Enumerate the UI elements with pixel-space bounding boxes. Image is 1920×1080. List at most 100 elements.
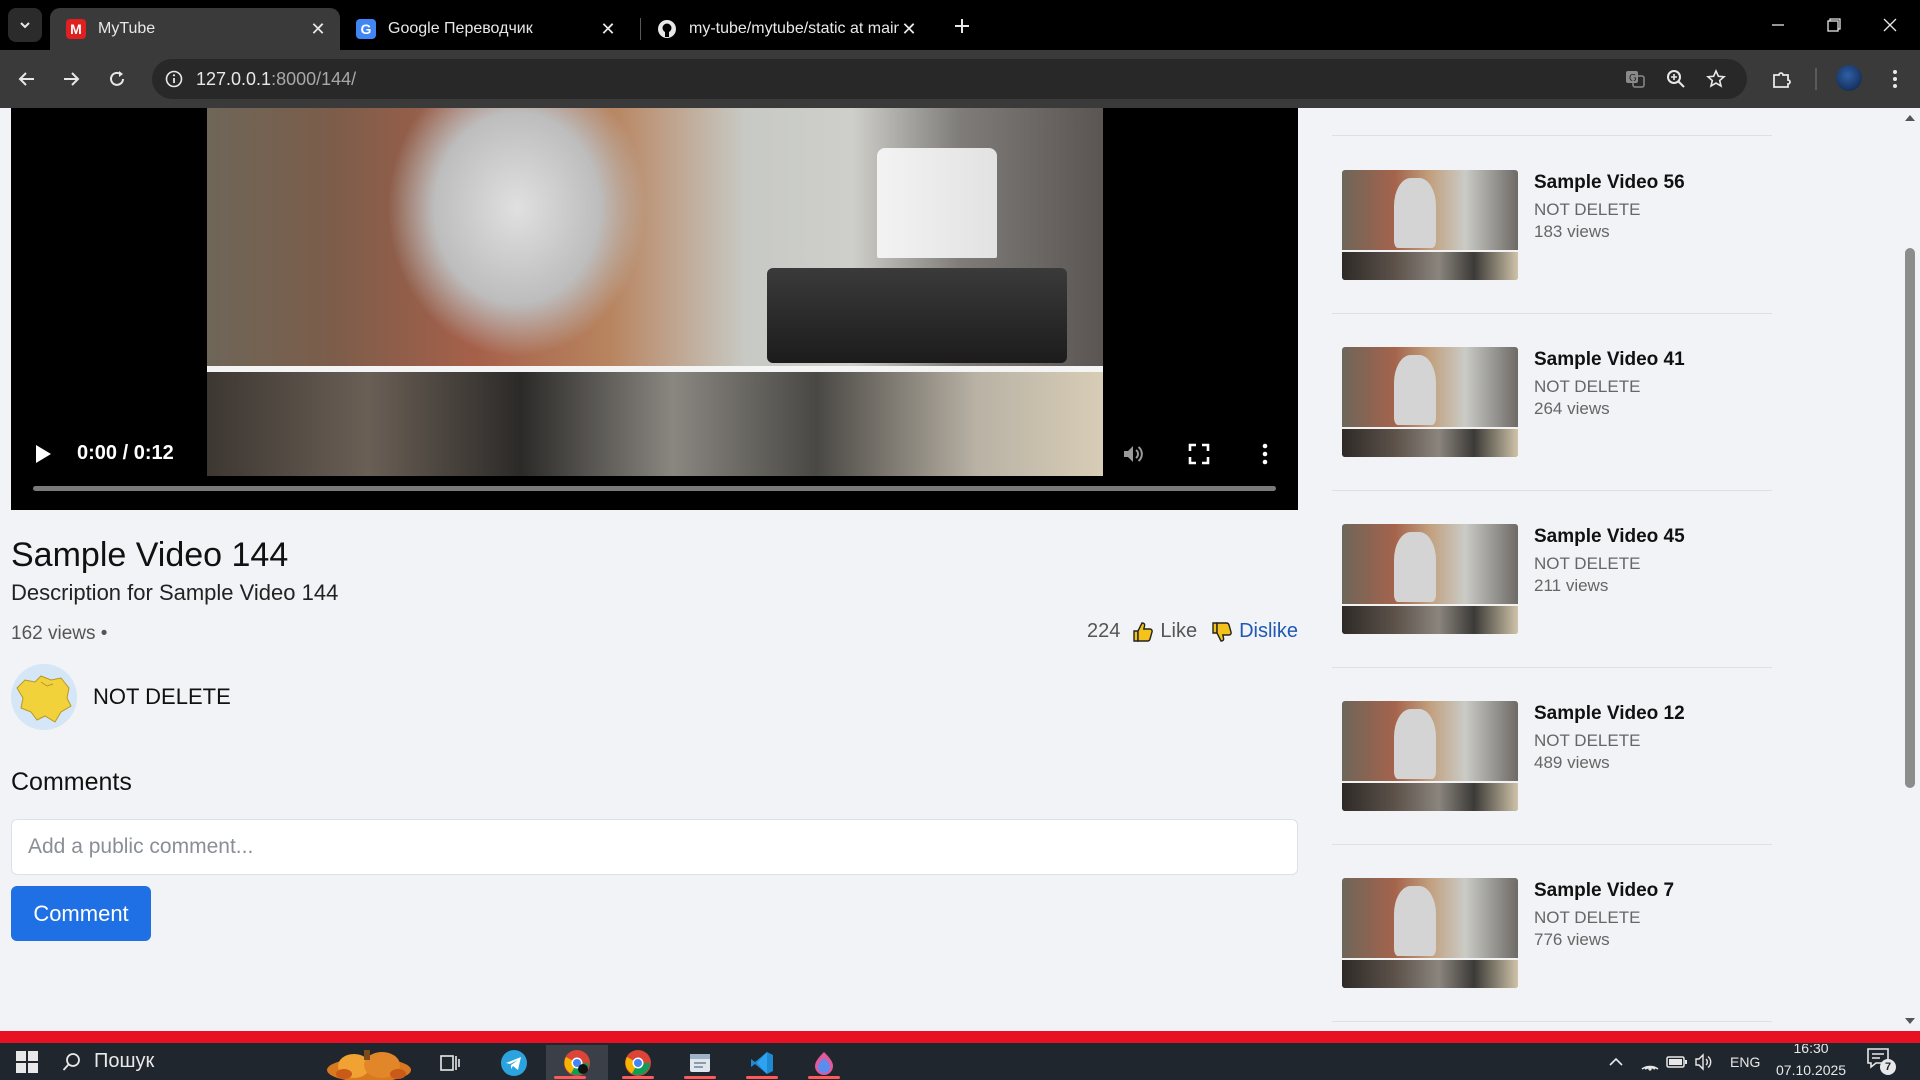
recommended-channel: NOT DELETE bbox=[1534, 200, 1641, 219]
close-tab-icon[interactable]: ✕ bbox=[598, 19, 618, 39]
back-button[interactable] bbox=[12, 64, 42, 94]
taskbar-time: 16:30 bbox=[1793, 1044, 1829, 1056]
dislike-button[interactable]: Dislike bbox=[1211, 620, 1298, 643]
video-more-options-icon[interactable] bbox=[1251, 440, 1279, 468]
recommended-title[interactable]: Sample Video 7 bbox=[1534, 880, 1674, 902]
notifications-button[interactable]: 7 bbox=[1866, 1047, 1896, 1075]
site-info-icon[interactable] bbox=[162, 67, 186, 91]
page-scrollbar[interactable] bbox=[1900, 108, 1920, 1031]
thumbnail-lower bbox=[1342, 960, 1518, 988]
recommended-title[interactable]: Sample Video 56 bbox=[1534, 172, 1685, 194]
video-title: Sample Video 144 bbox=[11, 536, 289, 574]
task-view-icon[interactable] bbox=[426, 1045, 474, 1080]
tab-mytube[interactable]: M MyTube ✕ bbox=[50, 8, 340, 50]
start-button[interactable] bbox=[16, 1051, 38, 1073]
channel-info[interactable]: NOT DELETE bbox=[11, 664, 231, 730]
fullscreen-icon[interactable] bbox=[1185, 440, 1213, 468]
close-window-button[interactable] bbox=[1862, 0, 1918, 50]
minimize-button[interactable] bbox=[1750, 0, 1806, 50]
recommended-video[interactable]: Sample Video 7 NOT DELETE 776 views bbox=[1342, 878, 1772, 990]
bookmark-star-icon[interactable] bbox=[1704, 67, 1728, 91]
copilot-app-icon[interactable] bbox=[800, 1045, 848, 1080]
chrome-dev-app-icon[interactable] bbox=[546, 1045, 608, 1080]
play-button[interactable] bbox=[29, 440, 57, 468]
taskbar-clock[interactable]: 16:30 07.10.2025 bbox=[1776, 1044, 1846, 1078]
channel-avatar[interactable] bbox=[11, 664, 77, 730]
recommended-title[interactable]: Sample Video 12 bbox=[1534, 703, 1685, 725]
comment-submit-button[interactable]: Comment bbox=[11, 886, 151, 941]
close-tab-icon[interactable]: ✕ bbox=[308, 19, 328, 39]
chrome-app-icon[interactable] bbox=[614, 1045, 662, 1080]
volume-icon[interactable] bbox=[1119, 440, 1147, 468]
recommended-channel: NOT DELETE bbox=[1534, 377, 1641, 396]
browser-toolbar: 127.0.0.1:8000/144/ G bbox=[0, 50, 1920, 108]
reload-button[interactable] bbox=[102, 64, 132, 94]
page-viewport: 0:00 / 0:12 Sample Video 144 Description… bbox=[0, 108, 1920, 1031]
recommendations-sidebar: Sample Video 56 NOT DELETE 183 views Sam… bbox=[1332, 108, 1772, 1031]
sidebar-divider bbox=[1332, 313, 1772, 314]
recommended-views: 183 views bbox=[1534, 222, 1610, 241]
comment-input[interactable] bbox=[11, 819, 1298, 875]
forward-button[interactable] bbox=[56, 64, 86, 94]
thumbnail-figure bbox=[1394, 886, 1436, 956]
video-thumbnail[interactable] bbox=[1342, 878, 1518, 988]
profile-avatar[interactable] bbox=[1836, 65, 1862, 91]
video-time: 0:00 / 0:12 bbox=[77, 442, 174, 464]
address-url: 127.0.0.1:8000/144/ bbox=[196, 69, 356, 90]
video-thumbnail[interactable] bbox=[1342, 524, 1518, 634]
video-description: Description for Sample Video 144 bbox=[11, 580, 339, 605]
recommended-video[interactable]: Sample Video 56 NOT DELETE 183 views bbox=[1342, 170, 1772, 282]
close-tab-icon[interactable]: ✕ bbox=[899, 19, 919, 39]
scroll-up-icon[interactable] bbox=[1904, 112, 1916, 124]
new-tab-button[interactable] bbox=[948, 12, 976, 40]
tab-github[interactable]: my-tube/mytube/static at main ✕ bbox=[641, 8, 931, 50]
address-bar[interactable]: 127.0.0.1:8000/144/ G bbox=[152, 59, 1747, 99]
weather-widget-icon[interactable] bbox=[320, 1045, 418, 1080]
notification-count: 7 bbox=[1880, 1059, 1896, 1075]
browser-tab-strip: M MyTube ✕ G Google Переводчик ✕ my-tube… bbox=[0, 0, 1920, 50]
like-label: Like bbox=[1160, 620, 1198, 642]
telegram-app-icon[interactable] bbox=[490, 1045, 538, 1080]
taskbar-search[interactable]: Пошук bbox=[62, 1043, 154, 1080]
video-thumbnail[interactable] bbox=[1342, 347, 1518, 457]
tab-google-translate[interactable]: G Google Переводчик ✕ bbox=[340, 8, 630, 50]
wifi-icon[interactable] bbox=[1640, 1043, 1660, 1080]
volume-tray-icon[interactable] bbox=[1694, 1043, 1714, 1080]
sidebar-divider bbox=[1332, 135, 1772, 136]
mytube-favicon-icon: M bbox=[66, 19, 86, 39]
video-player[interactable]: 0:00 / 0:12 bbox=[11, 108, 1298, 510]
tab-search-button[interactable] bbox=[8, 8, 42, 42]
vscode-app-icon[interactable] bbox=[738, 1045, 786, 1080]
video-thumbnail[interactable] bbox=[1342, 701, 1518, 811]
like-button[interactable]: Like bbox=[1132, 620, 1197, 643]
notepad-app-icon[interactable] bbox=[676, 1045, 724, 1080]
extensions-icon[interactable] bbox=[1767, 64, 1797, 94]
translate-page-icon[interactable]: G bbox=[1623, 67, 1647, 91]
language-indicator[interactable]: ENG bbox=[1730, 1043, 1760, 1080]
github-icon bbox=[657, 19, 677, 39]
tab-title: my-tube/mytube/static at main bbox=[689, 20, 899, 37]
video-frame-machine bbox=[767, 268, 1067, 363]
thumbnail-figure bbox=[1394, 178, 1436, 248]
recommended-video[interactable]: Sample Video 45 NOT DELETE 211 views bbox=[1342, 524, 1772, 636]
browser-menu-icon[interactable] bbox=[1880, 64, 1910, 94]
channel-name[interactable]: NOT DELETE bbox=[93, 684, 231, 710]
recommended-title[interactable]: Sample Video 41 bbox=[1534, 349, 1685, 371]
battery-icon[interactable] bbox=[1666, 1043, 1688, 1080]
recommended-video[interactable]: Sample Video 41 NOT DELETE 264 views bbox=[1342, 347, 1772, 459]
recommended-title[interactable]: Sample Video 45 bbox=[1534, 526, 1685, 548]
windows-taskbar: Пошук ENG 16:30 07.10.2025 7 bbox=[0, 1043, 1920, 1080]
thumbnail-lower bbox=[1342, 429, 1518, 457]
thumbnail-lower bbox=[1342, 252, 1518, 280]
video-views: 162 views • bbox=[11, 623, 108, 644]
zoom-icon[interactable] bbox=[1664, 67, 1688, 91]
video-progress-bar[interactable] bbox=[33, 486, 1276, 491]
thumbnail-figure bbox=[1394, 355, 1436, 425]
tray-overflow-icon[interactable] bbox=[1608, 1043, 1624, 1080]
search-icon bbox=[62, 1052, 82, 1072]
recommended-video[interactable]: Sample Video 12 NOT DELETE 489 views bbox=[1342, 701, 1772, 813]
scrollbar-thumb[interactable] bbox=[1905, 248, 1915, 788]
video-thumbnail[interactable] bbox=[1342, 170, 1518, 280]
restore-button[interactable] bbox=[1806, 0, 1862, 50]
scroll-down-icon[interactable] bbox=[1904, 1015, 1916, 1027]
